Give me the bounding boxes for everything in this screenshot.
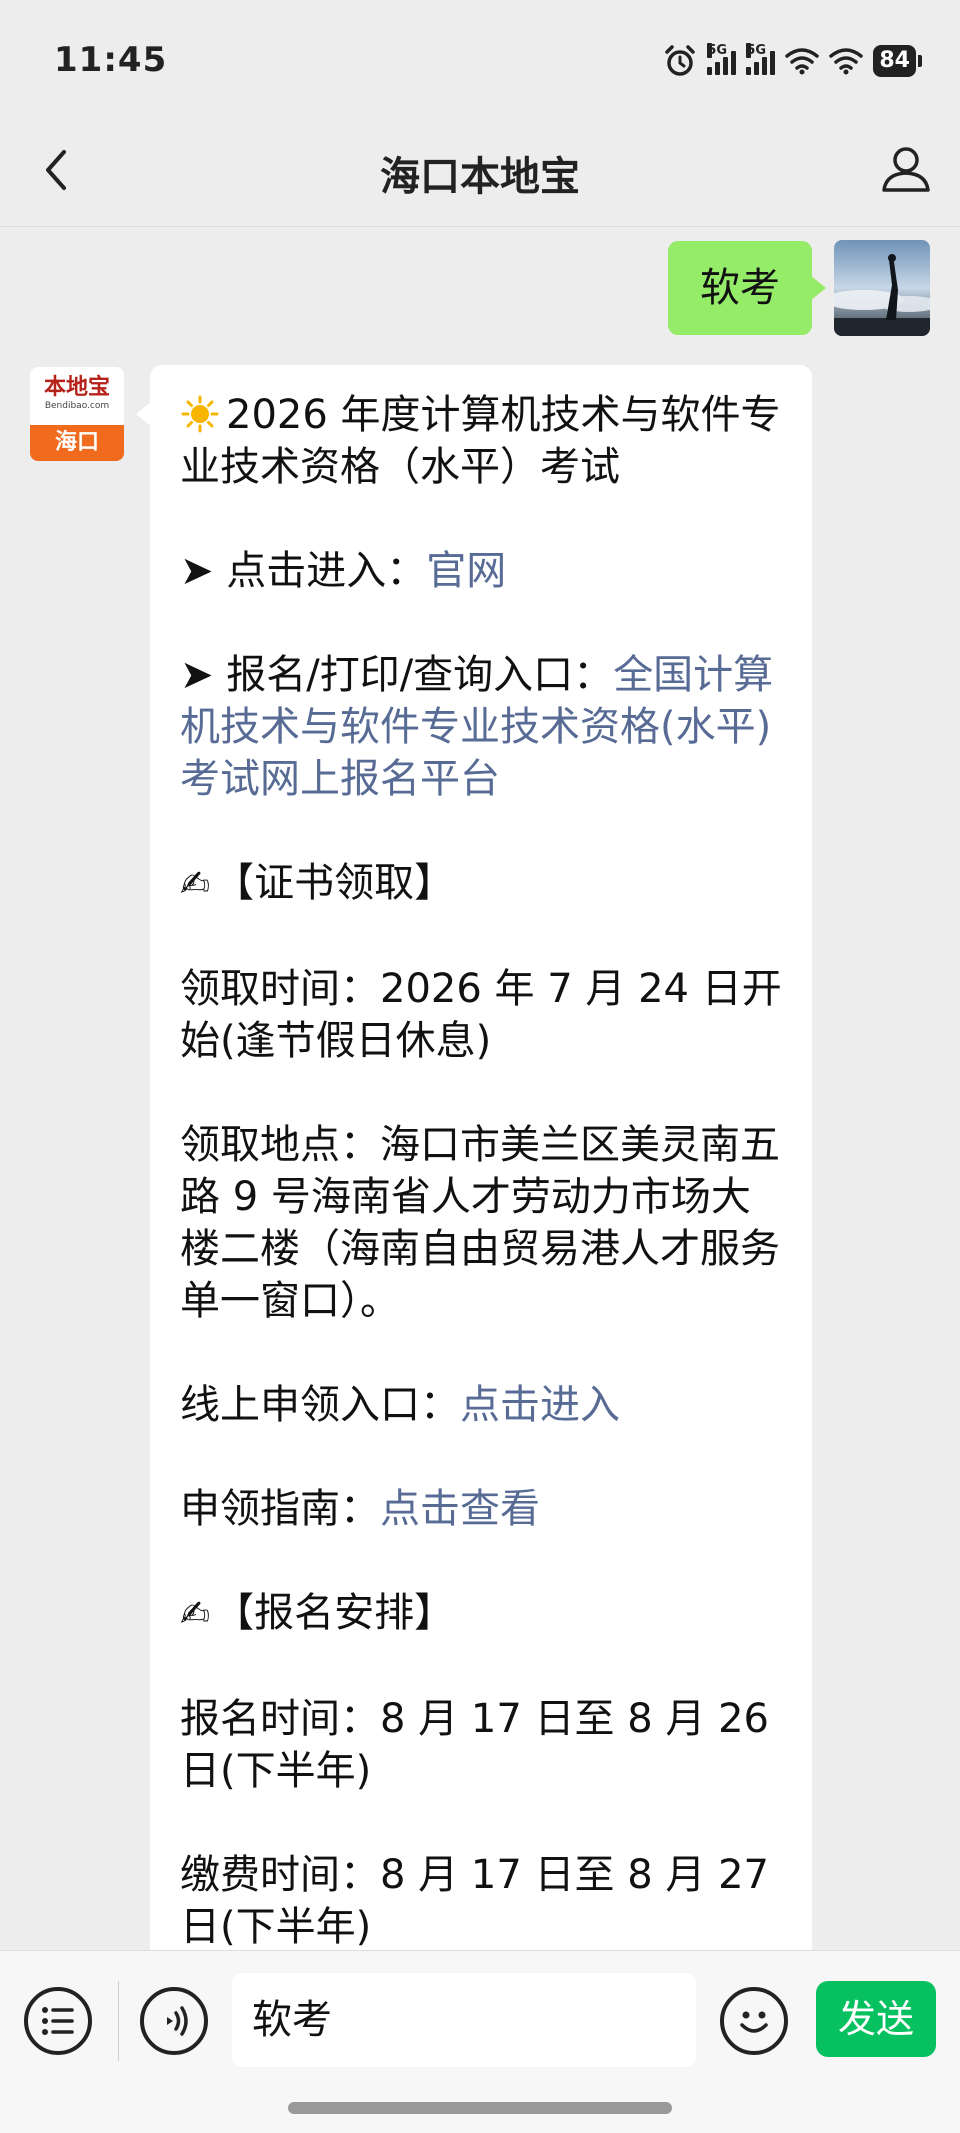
cert-heading-text: 【证书领取】	[214, 860, 455, 906]
register-line: ➤ 报名/打印/查询入口：全国计算机技术与软件专业技术资格(水平)考试网上报名平…	[180, 649, 782, 805]
avatar-logo: 本地宝 Bendibao.com	[30, 367, 124, 425]
network-type-1: 5G	[707, 43, 728, 58]
signal-icon-2: 5G	[746, 43, 776, 75]
register-prefix: ➤ 报名/打印/查询入口：	[180, 652, 614, 698]
menu-button[interactable]	[24, 1987, 92, 2055]
signup-heading: ✍ 【报名安排】	[180, 1587, 782, 1641]
official-site-line: ➤ 点击进入：官网	[180, 545, 782, 597]
status-bar: 11:45 5G 5G 84	[0, 0, 960, 120]
send-button[interactable]: 发送	[816, 1981, 936, 2057]
wifi-icon	[785, 48, 820, 75]
message-input[interactable]: 软考	[232, 1973, 696, 2067]
status-icons: 5G 5G 84	[663, 43, 922, 78]
alarm-icon	[665, 45, 696, 76]
voice-icon	[167, 2006, 188, 2036]
cert-time: 领取时间：2026 年 7 月 24 日开始(逢节假日休息)	[180, 966, 782, 1064]
signal-icon-1: 5G	[707, 43, 737, 75]
avatar-city: 海口	[30, 425, 124, 461]
online-apply-link[interactable]: 点击进入	[460, 1382, 620, 1428]
writing-hand-icon: ✍	[180, 864, 211, 905]
pay-time: 缴费时间：8 月 17 日至 8 月 27 日(下半年)	[180, 1852, 769, 1950]
online-apply-line: 线上申领入口：点击进入	[180, 1379, 782, 1431]
avatar-brand-text: 本地宝	[43, 375, 110, 400]
guide-prefix: 申领指南：	[180, 1486, 380, 1532]
battery-icon: 84	[873, 45, 922, 77]
user-avatar[interactable]	[834, 240, 930, 336]
official-site-prefix: ➤ 点击进入：	[180, 548, 427, 594]
list-icon	[42, 2007, 74, 2035]
profile-icon[interactable]	[874, 138, 938, 202]
cert-heading: ✍ 【证书领取】	[180, 857, 782, 911]
wifi-icon-2	[829, 48, 864, 75]
chat-header: 海口本地宝	[0, 120, 960, 226]
user-message-bubble[interactable]: 软考	[668, 241, 826, 335]
signup-time: 报名时间：8 月 17 日至 8 月 26 日(下半年)	[180, 1696, 769, 1794]
status-time: 11:45	[54, 40, 168, 80]
network-type-2: 5G	[746, 43, 767, 58]
voice-toggle-button[interactable]	[140, 1987, 208, 2055]
menu-divider	[118, 1981, 119, 2061]
online-apply-prefix: 线上申领入口：	[180, 1382, 460, 1428]
header-divider	[0, 226, 960, 227]
guide-link[interactable]: 点击查看	[380, 1486, 540, 1532]
exam-title-text: 2026 年度计算机技术与软件专业技术资格（水平）考试	[180, 392, 781, 490]
chat-title: 海口本地宝	[380, 154, 580, 200]
writing-hand-icon: ✍	[180, 1594, 211, 1635]
avatar-brand-url: Bendibao.com	[44, 401, 110, 411]
bot-reply-bubble: 2026 年度计算机技术与软件专业技术资格（水平）考试 ➤ 点击进入：官网 ➤ …	[136, 365, 812, 1965]
guide-line: 申领指南：点击查看	[180, 1483, 782, 1535]
official-site-link[interactable]: 官网	[426, 548, 506, 594]
home-indicator[interactable]	[288, 2102, 672, 2114]
sun-icon	[181, 395, 219, 433]
emoji-icon	[740, 2011, 768, 2033]
emoji-button[interactable]	[720, 1987, 788, 2055]
signup-heading-text: 【报名安排】	[214, 1590, 455, 1636]
cert-place: 领取地点：海口市美兰区美灵南五路 9 号海南省人才劳动力市场大楼二楼（海南自由贸…	[180, 1122, 780, 1324]
official-account-avatar[interactable]: 本地宝 Bendibao.com 海口	[30, 367, 124, 461]
exam-title: 2026 年度计算机技术与软件专业技术资格（水平）考试	[180, 389, 782, 493]
